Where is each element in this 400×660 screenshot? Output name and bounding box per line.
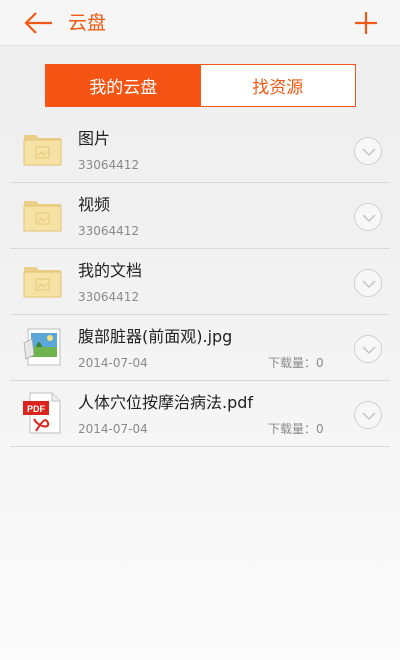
more-options-button[interactable] <box>354 401 382 429</box>
more-options-button[interactable] <box>354 335 382 363</box>
tab-my-cloud[interactable]: 我的云盘 <box>46 65 201 106</box>
list-item-pdf-file[interactable]: PDF 人体穴位按摩治病法.pdf 2014-07-04 下载量：0 <box>10 381 390 447</box>
more-options-button[interactable] <box>354 203 382 231</box>
image-file-icon <box>23 328 61 366</box>
page-title: 云盘 <box>68 12 107 34</box>
app-header: 云盘 <box>0 0 400 46</box>
file-name: 视频 <box>78 195 111 214</box>
file-name: 人体穴位按摩治病法.pdf <box>78 393 254 412</box>
file-name: 我的文档 <box>78 261 143 280</box>
list-item-pictures[interactable]: 图片 33064412 <box>10 117 390 183</box>
segment-tabs: 我的云盘 找资源 <box>45 64 356 107</box>
file-meta: 33064412 <box>78 158 140 172</box>
download-count: 下载量：0 <box>268 356 324 370</box>
folder-icon <box>23 135 62 166</box>
list-item-documents[interactable]: 我的文档 33064412 <box>10 249 390 315</box>
chevron-down-icon <box>362 346 376 355</box>
list-item-videos[interactable]: 视频 33064412 <box>10 183 390 249</box>
more-options-button[interactable] <box>354 269 382 297</box>
file-name: 图片 <box>78 129 111 148</box>
file-date: 2014-07-04 <box>78 356 148 370</box>
file-meta: 33064412 <box>78 224 140 238</box>
chevron-down-icon <box>362 148 376 157</box>
tab-find-resources[interactable]: 找资源 <box>200 65 355 106</box>
download-count: 下载量：0 <box>268 422 324 436</box>
back-arrow-icon[interactable] <box>22 8 56 38</box>
file-date: 2014-07-04 <box>78 422 148 436</box>
list-item-image-file[interactable]: 腹部脏器(前面观).jpg 2014-07-04 下载量：0 <box>10 315 390 381</box>
svg-text:PDF: PDF <box>27 404 46 414</box>
chevron-down-icon <box>362 214 376 223</box>
file-list: 图片 33064412 视频 33064412 我的文档 33064412 腹部… <box>0 117 400 447</box>
file-meta: 33064412 <box>78 290 140 304</box>
folder-icon <box>23 267 62 298</box>
pdf-file-icon: PDF <box>23 392 61 434</box>
chevron-down-icon <box>362 412 376 421</box>
file-name: 腹部脏器(前面观).jpg <box>78 327 233 346</box>
folder-icon <box>23 201 62 232</box>
add-icon[interactable] <box>352 9 380 37</box>
more-options-button[interactable] <box>354 137 382 165</box>
chevron-down-icon <box>362 280 376 289</box>
